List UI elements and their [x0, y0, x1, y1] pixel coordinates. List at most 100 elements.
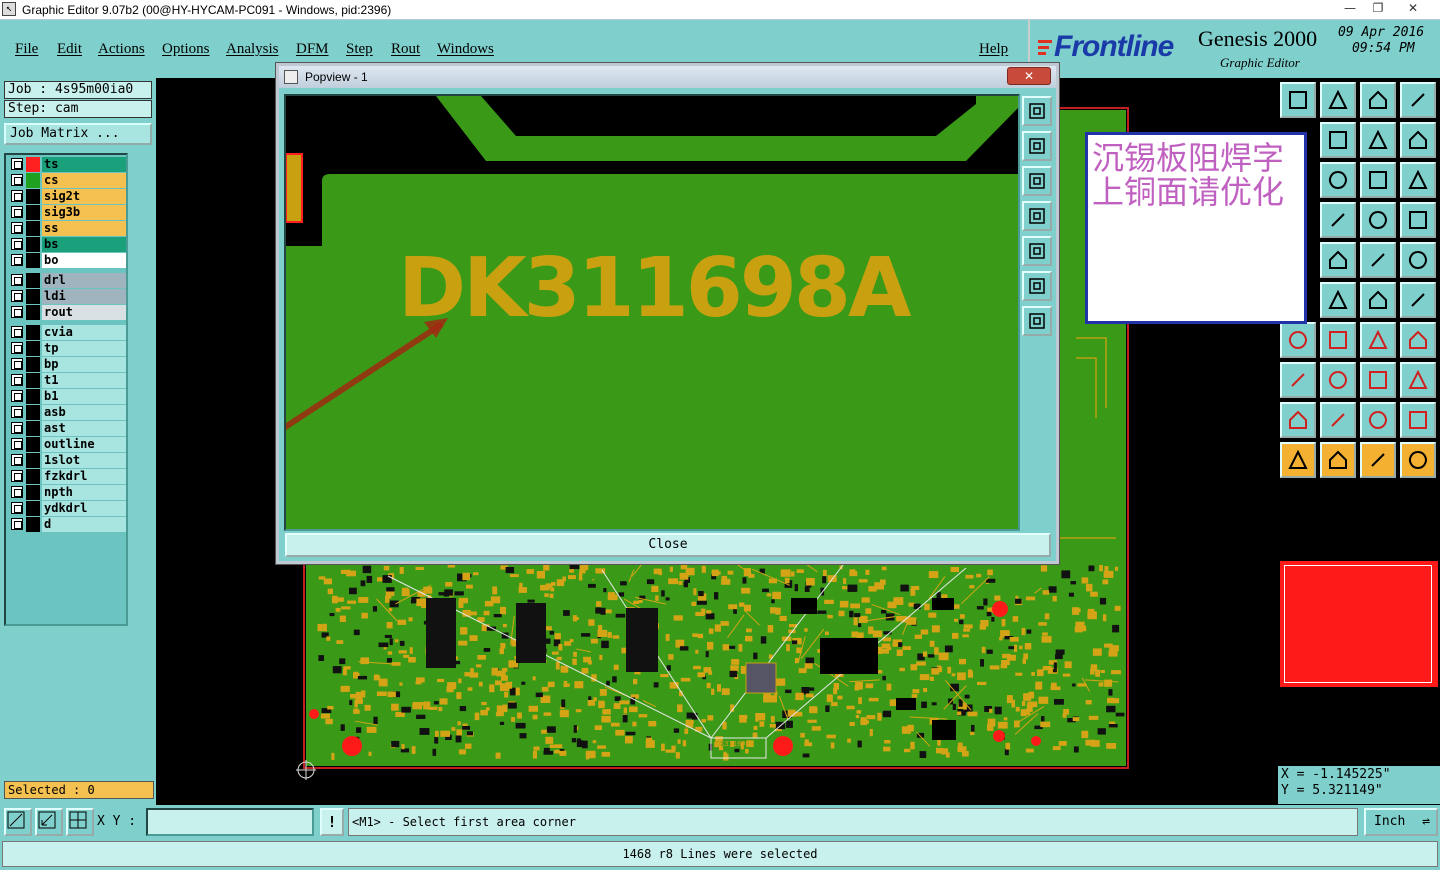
layer-checkbox[interactable]: [11, 190, 23, 202]
triangle-up-button[interactable]: [1320, 402, 1356, 438]
layer-name[interactable]: sig3b: [42, 205, 126, 220]
layer-name[interactable]: ast: [42, 421, 126, 436]
layer-checkbox[interactable]: [11, 406, 23, 418]
layer-checkbox[interactable]: [11, 290, 23, 302]
popview-close-button[interactable]: Close: [285, 533, 1051, 557]
layer-name[interactable]: rout: [42, 305, 126, 320]
layer-checkbox[interactable]: [11, 222, 23, 234]
layer-checkbox[interactable]: [11, 518, 23, 530]
layer-row-ydkdrl[interactable]: ydkdrl: [8, 501, 126, 516]
layer-color-swatch[interactable]: [26, 157, 40, 172]
layer-row-tp[interactable]: tp: [8, 341, 126, 356]
layer-checkbox[interactable]: [11, 390, 23, 402]
layer-row-npth[interactable]: npth: [8, 485, 126, 500]
layer-checkbox[interactable]: [11, 502, 23, 514]
layer-name[interactable]: outline: [42, 437, 126, 452]
menu-options[interactable]: Options: [162, 41, 210, 58]
open-button[interactable]: [1280, 82, 1316, 118]
scale-button[interactable]: [1360, 162, 1396, 198]
overview-map[interactable]: [1280, 561, 1438, 687]
move-down-button[interactable]: [1022, 166, 1052, 196]
help-button[interactable]: [1400, 162, 1436, 198]
line-button[interactable]: [1320, 322, 1356, 358]
layer-checkbox[interactable]: [11, 486, 23, 498]
popview-viewport[interactable]: DK311698A: [284, 94, 1020, 531]
layer-checkbox[interactable]: [11, 342, 23, 354]
menu-help[interactable]: Help: [979, 41, 1008, 58]
layer-checkbox[interactable]: [11, 422, 23, 434]
layer-name[interactable]: ss: [42, 221, 126, 236]
connect-button[interactable]: [1360, 282, 1396, 318]
layer-color-swatch[interactable]: [26, 221, 40, 236]
layer-color-swatch[interactable]: [26, 289, 40, 304]
zoom-out-button[interactable]: [35, 808, 63, 836]
pad-button[interactable]: [1400, 242, 1436, 278]
save-button[interactable]: [1320, 82, 1356, 118]
exclamation-button[interactable]: !: [320, 808, 344, 836]
zoom-area-button[interactable]: [4, 808, 32, 836]
measure-button[interactable]: [1360, 362, 1396, 398]
layer-row-ss[interactable]: ss: [8, 221, 126, 236]
layer-row-asb[interactable]: asb: [8, 405, 126, 420]
layer-color-swatch[interactable]: [26, 237, 40, 252]
layer-row-cs[interactable]: cs: [8, 173, 126, 188]
popview-close-x-button[interactable]: ✕: [1007, 67, 1051, 85]
layer-row-bs[interactable]: bs: [8, 237, 126, 252]
layer-name[interactable]: t1: [42, 373, 126, 388]
layer-checkbox[interactable]: [11, 470, 23, 482]
layer-name[interactable]: bo: [42, 253, 126, 268]
menu-rout[interactable]: Rout: [391, 41, 420, 58]
layer-color-swatch[interactable]: [26, 437, 40, 452]
layer-color-swatch[interactable]: [26, 469, 40, 484]
maximize-button[interactable]: ❐: [1366, 1, 1390, 17]
layer-checkbox[interactable]: [11, 206, 23, 218]
flip-button[interactable]: [1400, 322, 1436, 358]
layer-button[interactable]: [1360, 202, 1396, 238]
grid-button[interactable]: [1320, 202, 1356, 238]
layer-row-bo[interactable]: bo: [8, 253, 126, 268]
select-button[interactable]: [1280, 442, 1316, 478]
layer-name[interactable]: asb: [42, 405, 126, 420]
layer-color-swatch[interactable]: [26, 273, 40, 288]
layer-name[interactable]: bp: [42, 357, 126, 372]
layer-row-drl[interactable]: drl: [8, 273, 126, 288]
layer-row-ldi[interactable]: ldi: [8, 289, 126, 304]
layer-name[interactable]: d: [42, 517, 126, 532]
layer-color-swatch[interactable]: [26, 453, 40, 468]
layer-color-swatch[interactable]: [26, 305, 40, 320]
layer-color-swatch[interactable]: [26, 485, 40, 500]
layer-name[interactable]: npth: [42, 485, 126, 500]
layer-row-b1[interactable]: b1: [8, 389, 126, 404]
layer-name[interactable]: bs: [42, 237, 126, 252]
layer-row-fzkdrl[interactable]: fzkdrl: [8, 469, 126, 484]
xy-input[interactable]: [146, 808, 314, 836]
trim-button[interactable]: [1320, 362, 1356, 398]
layer-checkbox[interactable]: [11, 238, 23, 250]
layer-color-swatch[interactable]: [26, 173, 40, 188]
layer-color-swatch[interactable]: [26, 517, 40, 532]
layer-row-cvia[interactable]: cvia: [8, 325, 126, 340]
layer-checkbox[interactable]: [11, 254, 23, 266]
menu-file[interactable]: File: [15, 41, 38, 58]
zoom-fit-button[interactable]: [1022, 96, 1052, 126]
layer-name[interactable]: cvia: [42, 325, 126, 340]
select-circle-button[interactable]: [1360, 442, 1396, 478]
layer-row-outline[interactable]: outline: [8, 437, 126, 452]
close-button[interactable]: ✕: [1398, 1, 1428, 17]
home-button[interactable]: [1360, 82, 1396, 118]
menu-step[interactable]: Step: [346, 41, 373, 58]
job-matrix-button[interactable]: Job Matrix ...: [4, 123, 152, 145]
move-button[interactable]: [1280, 362, 1316, 398]
layer-name[interactable]: tp: [42, 341, 126, 356]
ruler-button[interactable]: [1360, 242, 1396, 278]
layer-color-swatch[interactable]: [26, 189, 40, 204]
layer-name[interactable]: fzkdrl: [42, 469, 126, 484]
menu-edit[interactable]: Edit: [57, 41, 82, 58]
layer-checkbox[interactable]: [11, 438, 23, 450]
layer-color-swatch[interactable]: [26, 501, 40, 516]
menu-windows[interactable]: Windows: [437, 41, 494, 58]
triangle-a-button[interactable]: [1360, 402, 1396, 438]
layer-checkbox[interactable]: [11, 326, 23, 338]
menu-dfm[interactable]: DFM: [296, 41, 329, 58]
layer-color-swatch[interactable]: [26, 405, 40, 420]
